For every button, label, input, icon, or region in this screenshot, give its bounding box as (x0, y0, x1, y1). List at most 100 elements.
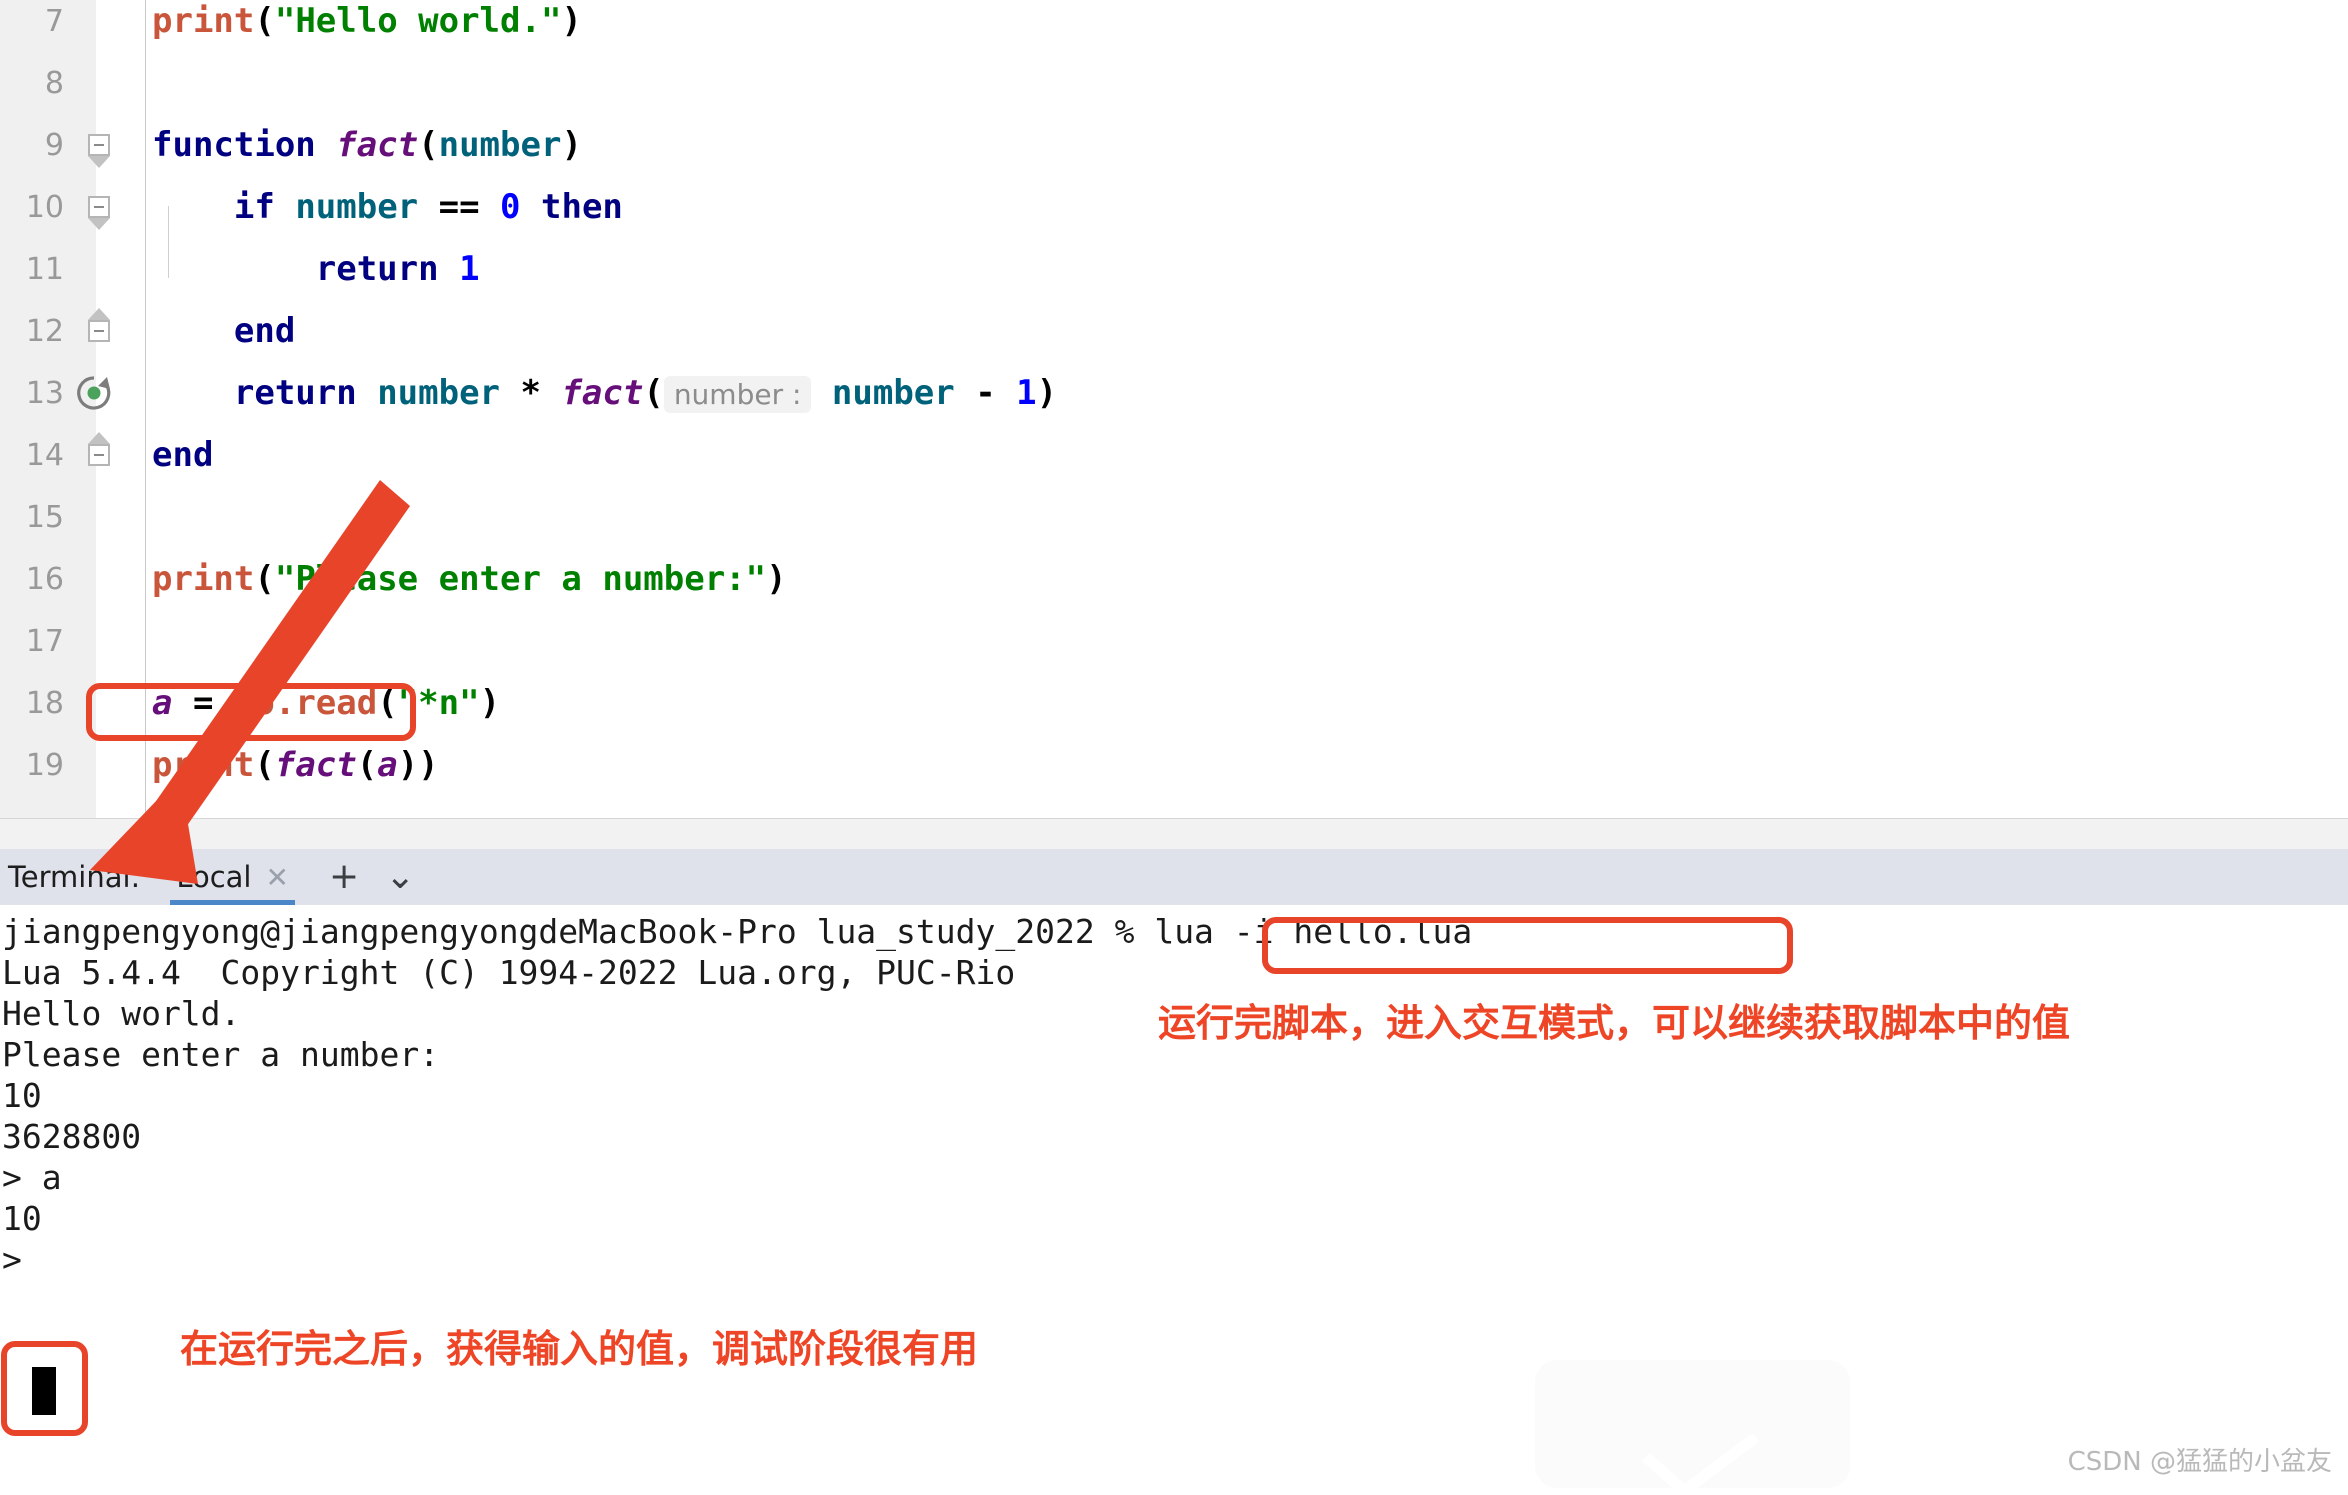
fold-expand-icon[interactable] (88, 320, 110, 342)
code-line[interactable]: 10 if number == 0 then (0, 176, 2348, 238)
code-token: "Please enter a number:" (274, 559, 767, 599)
code-token: ( (254, 1, 275, 41)
line-number: 10 (25, 189, 64, 225)
terminal-line: 3628800 (2, 1117, 142, 1156)
line-number: 11 (25, 251, 64, 287)
fold-collapse-icon[interactable] (88, 134, 110, 156)
code-line[interactable]: 8 (0, 52, 2348, 114)
code-token: ) (561, 125, 582, 165)
code-token: number (295, 187, 419, 227)
code-token: ( (377, 683, 398, 723)
code-text: end (142, 311, 2348, 351)
code-line[interactable]: 11 return 1 (0, 238, 2348, 300)
code-line[interactable]: 18 a = io.read("*n") (0, 672, 2348, 734)
chevron-down-icon[interactable]: ⌄ (385, 859, 415, 895)
code-token: fact (561, 373, 644, 413)
fold-tail (88, 432, 110, 444)
code-token: function (152, 125, 337, 165)
code-token: if (233, 187, 296, 227)
code-line[interactable]: 14 end (0, 424, 2348, 486)
code-editor-pane[interactable]: 7 print("Hello world.") 8 9 function fact(nu… (0, 0, 2348, 818)
code-token: end (152, 435, 214, 475)
line-number: 17 (25, 623, 64, 659)
code-token: then (541, 187, 623, 227)
code-line[interactable]: 13 return number * fact(number : number … (0, 362, 2348, 424)
recursion-icon[interactable] (64, 373, 142, 413)
code-token: ) (1036, 373, 1058, 413)
fold-collapse-icon[interactable] (88, 196, 110, 218)
code-text: return 1 (142, 249, 2348, 289)
terminal-line: > (2, 1240, 22, 1279)
code-token: ( (643, 373, 664, 413)
code-line[interactable]: 7 print("Hello world.") (0, 0, 2348, 52)
close-icon[interactable]: ✕ (266, 861, 289, 894)
check-icon (1642, 1435, 1760, 1495)
line-number: 9 (44, 127, 64, 163)
annotation-note-bottom: 在运行完之后，获得输入的值，调试阶段很有用 (180, 1327, 979, 1371)
code-token: ) (766, 559, 787, 599)
csdn-watermark: CSDN @猛猛的小盆友 (2067, 1447, 2332, 1477)
code-text: end (142, 435, 2348, 475)
terminal-line: 10 (2, 1199, 42, 1238)
code-text: if number == 0 then (142, 187, 2348, 227)
fold-expand-icon[interactable] (88, 444, 110, 466)
line-number: 18 (25, 685, 64, 721)
line-number: 14 (25, 437, 64, 473)
indent-guide (168, 206, 169, 278)
code-token: print (152, 745, 255, 785)
code-line[interactable]: 9 function fact(number) (0, 114, 2348, 176)
terminal-line: Lua 5.4.4 Copyright (C) 1994-2022 Lua.or… (2, 953, 1016, 992)
code-token: ) (561, 1, 582, 41)
fold-tail (88, 218, 110, 230)
code-text: print("Hello world.") (142, 1, 2348, 41)
code-token: number (831, 373, 955, 413)
code-token: 0 (500, 187, 521, 227)
code-token: print (152, 1, 255, 41)
code-token: == (418, 187, 501, 227)
code-line[interactable]: 16 print("Please enter a number:") (0, 548, 2348, 610)
code-token: * (500, 373, 562, 413)
code-text: print(fact(a)) (142, 745, 2348, 785)
annotation-note-top: 运行完脚本，进入交互模式，可以继续获取脚本中的值 (1158, 1001, 2071, 1045)
code-token: end (233, 311, 296, 351)
code-token: ) (479, 683, 501, 723)
code-token: return (315, 249, 460, 289)
code-token: return (233, 373, 378, 413)
terminal-line: 10 (2, 1076, 42, 1115)
code-token: ( (254, 745, 275, 785)
line-number: 15 (25, 499, 64, 535)
plus-icon[interactable]: + (329, 859, 359, 895)
parameter-hint: number : (663, 376, 812, 413)
code-token: number (377, 373, 501, 413)
terminal-line: > a (2, 1158, 62, 1197)
code-text: return number * fact(number : number - 1… (142, 373, 2348, 413)
editor-terminal-splitter[interactable] (0, 818, 2348, 851)
terminal-tab-local[interactable]: Local ✕ (162, 849, 303, 905)
line-number: 16 (25, 561, 64, 597)
code-token: ( (254, 559, 275, 599)
code-token: a (377, 745, 398, 785)
code-token: )) (397, 745, 439, 785)
code-line[interactable]: 15 (0, 486, 2348, 548)
terminal-tab-label: Local (176, 860, 252, 894)
code-token: "*n" (397, 683, 480, 723)
code-token: fact (336, 125, 419, 165)
code-line[interactable]: 19 print(fact(a)) (0, 734, 2348, 796)
code-line[interactable]: 12 end (0, 300, 2348, 362)
line-number: 8 (44, 65, 64, 101)
line-number: 7 (44, 3, 64, 39)
terminal-cursor (32, 1367, 56, 1415)
code-text: a = io.read("*n") (142, 683, 2348, 723)
code-text: function fact(number) (142, 125, 2348, 165)
code-text: print("Please enter a number:") (142, 559, 2348, 599)
code-line[interactable]: 17 (0, 610, 2348, 672)
code-token: - (954, 373, 1017, 413)
code-token: 1 (459, 249, 480, 289)
code-token: "Hello world." (274, 1, 562, 41)
